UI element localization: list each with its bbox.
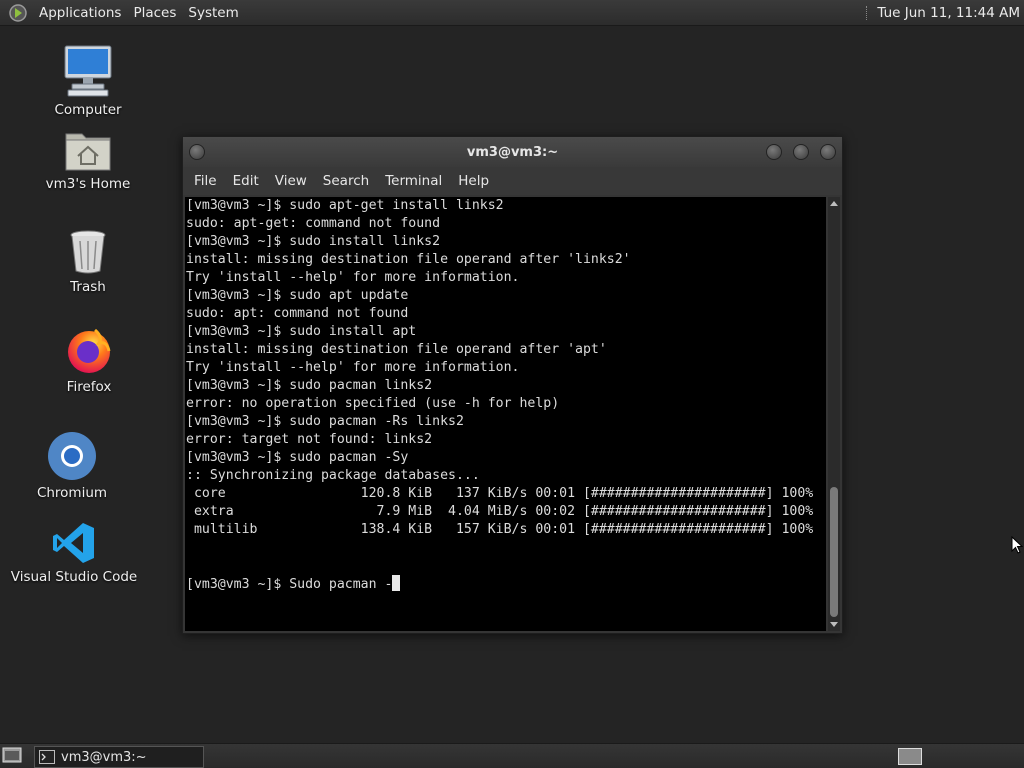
mouse-pointer-icon bbox=[1011, 536, 1023, 554]
terminal-line: [vm3@vm3 ~]$ sudo install links2 bbox=[186, 234, 441, 249]
scroll-down-arrow-icon[interactable] bbox=[830, 622, 838, 627]
menu-file[interactable]: File bbox=[187, 173, 224, 189]
desktop-icon-label: Firefox bbox=[66, 379, 112, 395]
minimize-button[interactable] bbox=[766, 144, 782, 160]
workspace-switcher[interactable] bbox=[898, 748, 922, 765]
desktop-icon-firefox[interactable]: Firefox bbox=[29, 327, 149, 395]
maximize-button[interactable] bbox=[793, 144, 809, 160]
prompt-text: [vm3@vm3 ~]$ Sudo pacman - bbox=[186, 577, 393, 592]
window-titlebar[interactable]: vm3@vm3:~ bbox=[183, 137, 842, 167]
places-menu[interactable]: Places bbox=[127, 5, 182, 21]
terminal-line: [vm3@vm3 ~]$ sudo pacman links2 bbox=[186, 378, 433, 393]
terminal-line: multilib 138.4 KiB 157 KiB/s 00:01 [####… bbox=[186, 522, 814, 537]
terminal-line: [vm3@vm3 ~]$ sudo install apt bbox=[186, 324, 417, 339]
terminal-line: :: Synchronizing package databases... bbox=[186, 468, 480, 483]
window-menu-button[interactable] bbox=[189, 144, 205, 160]
scroll-up-arrow-icon[interactable] bbox=[830, 201, 838, 206]
applications-menu[interactable]: Applications bbox=[33, 5, 127, 21]
home-folder-icon bbox=[65, 133, 111, 171]
desktop-icon-label: vm3's Home bbox=[45, 176, 131, 192]
menu-search[interactable]: Search bbox=[316, 173, 376, 189]
bottom-panel: vm3@vm3:~ bbox=[0, 743, 1024, 768]
terminal-line: sudo: apt: command not found bbox=[186, 306, 409, 321]
show-desktop-icon[interactable] bbox=[2, 747, 22, 763]
close-button[interactable] bbox=[820, 144, 836, 160]
terminal-line: install: missing destination file operan… bbox=[186, 252, 631, 267]
terminal-line: extra 7.9 MiB 4.04 MiB/s 00:02 [########… bbox=[186, 504, 814, 519]
desktop-icon-chromium[interactable]: Chromium bbox=[12, 431, 132, 501]
desktop-icon-label: Visual Studio Code bbox=[10, 569, 138, 585]
desktop-icon-label: Trash bbox=[70, 279, 106, 295]
terminal-line: sudo: apt-get: command not found bbox=[186, 216, 441, 231]
firefox-icon bbox=[68, 328, 111, 373]
terminal-line: [vm3@vm3 ~]$ sudo pacman -Sy bbox=[186, 450, 409, 465]
terminal-icon bbox=[39, 750, 55, 764]
chromium-icon bbox=[48, 432, 96, 480]
scrollbar-thumb[interactable] bbox=[830, 487, 838, 617]
desktop-icon-label: Computer bbox=[54, 102, 122, 118]
terminal-menubar: File Edit View Search Terminal Help bbox=[183, 167, 842, 195]
desktop-icon-label: Chromium bbox=[36, 485, 108, 501]
terminal-scrollbar[interactable] bbox=[828, 197, 840, 631]
desktop-icon-computer[interactable]: Computer bbox=[28, 44, 148, 118]
text-cursor bbox=[392, 575, 401, 591]
computer-icon bbox=[64, 45, 112, 97]
taskbar-terminal-button[interactable]: vm3@vm3:~ bbox=[34, 746, 204, 768]
desktop-icon-vscode[interactable]: Visual Studio Code bbox=[10, 521, 138, 585]
terminal-line: [vm3@vm3 ~]$ sudo apt-get install links2 bbox=[186, 198, 504, 213]
terminal-window[interactable]: vm3@vm3:~ File Edit View Search Terminal… bbox=[182, 136, 843, 634]
menu-help[interactable]: Help bbox=[451, 173, 496, 189]
terminal-lines: [vm3@vm3 ~]$ sudo apt install links2sudo… bbox=[186, 197, 813, 539]
clock[interactable]: Tue Jun 11, 11:44 AM bbox=[877, 5, 1020, 21]
taskbar-task-label: vm3@vm3:~ bbox=[61, 749, 147, 765]
menu-edit[interactable]: Edit bbox=[226, 173, 266, 189]
window-title: vm3@vm3:~ bbox=[466, 144, 559, 160]
panel-separator bbox=[866, 5, 869, 20]
menu-view[interactable]: View bbox=[268, 173, 314, 189]
system-menu[interactable]: System bbox=[182, 5, 244, 21]
distro-logo-icon[interactable] bbox=[8, 3, 28, 23]
terminal-line: core 120.8 KiB 137 KiB/s 00:01 [########… bbox=[186, 486, 814, 501]
terminal-line: [vm3@vm3 ~]$ sudo pacman -Rs links2 bbox=[186, 414, 464, 429]
terminal-line: Try 'install --help' for more informatio… bbox=[186, 270, 520, 285]
terminal-line: error: no operation specified (use -h fo… bbox=[186, 396, 560, 411]
terminal-line: install: missing destination file operan… bbox=[186, 342, 607, 357]
top-panel: Applications Places System Tue Jun 11, 1… bbox=[0, 0, 1024, 26]
vscode-icon bbox=[53, 523, 94, 563]
menu-terminal[interactable]: Terminal bbox=[378, 173, 449, 189]
desktop-icon-home[interactable]: vm3's Home bbox=[28, 128, 148, 192]
panel-right: Tue Jun 11, 11:44 AM bbox=[866, 0, 1020, 25]
terminal-line: Try 'install --help' for more informatio… bbox=[186, 360, 520, 375]
terminal-output[interactable]: [vm3@vm3 ~]$ sudo apt install links2sudo… bbox=[185, 197, 826, 631]
terminal-text: [vm3@vm3 ~]$ sudo apt install links2sudo… bbox=[186, 197, 813, 630]
trash-icon bbox=[70, 230, 106, 274]
terminal-prompt-line[interactable]: [vm3@vm3 ~]$ Sudo pacman - bbox=[186, 575, 813, 594]
terminal-line: [vm3@vm3 ~]$ sudo apt update bbox=[186, 288, 409, 303]
desktop-icon-trash[interactable]: Trash bbox=[28, 229, 148, 295]
terminal-line: error: target not found: links2 bbox=[186, 432, 433, 447]
